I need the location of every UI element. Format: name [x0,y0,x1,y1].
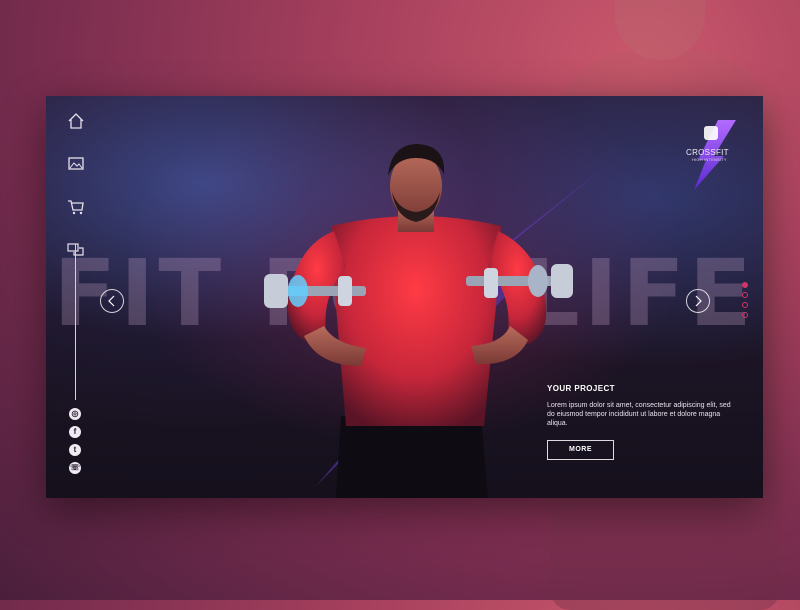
image-icon[interactable] [67,155,85,173]
more-button[interactable]: MORE [547,440,614,460]
pager-dot-3[interactable] [742,302,748,308]
side-navigation: ◎ f t ☏ [46,96,106,498]
home-icon[interactable] [67,112,85,130]
chevron-left-icon [108,295,115,307]
next-slide-button[interactable] [686,289,710,313]
project-description: Lorem ipsum dolor sit amet, consectetur … [547,402,731,427]
instagram-icon[interactable]: ◎ [69,408,81,420]
pager-dot-4[interactable] [742,312,748,318]
hero-card: FIT FOR LIFE [46,96,763,498]
project-heading: YOUR PROJECT [547,384,615,393]
chevron-right-icon [695,295,702,307]
logo-subtitle: HIGH INTENSITY [692,157,727,162]
facebook-icon[interactable]: f [69,426,81,438]
previous-slide-button[interactable] [100,289,124,313]
twitter-icon[interactable]: t [69,444,81,456]
pager-dot-1[interactable] [742,282,748,288]
pager-dot-2[interactable] [742,292,748,298]
logo-title: CROSSFIT [686,148,729,157]
cart-icon[interactable] [67,198,85,216]
whatsapp-icon[interactable]: ☏ [69,462,81,474]
rail-divider [75,244,76,400]
chat-icon[interactable] [67,241,85,259]
